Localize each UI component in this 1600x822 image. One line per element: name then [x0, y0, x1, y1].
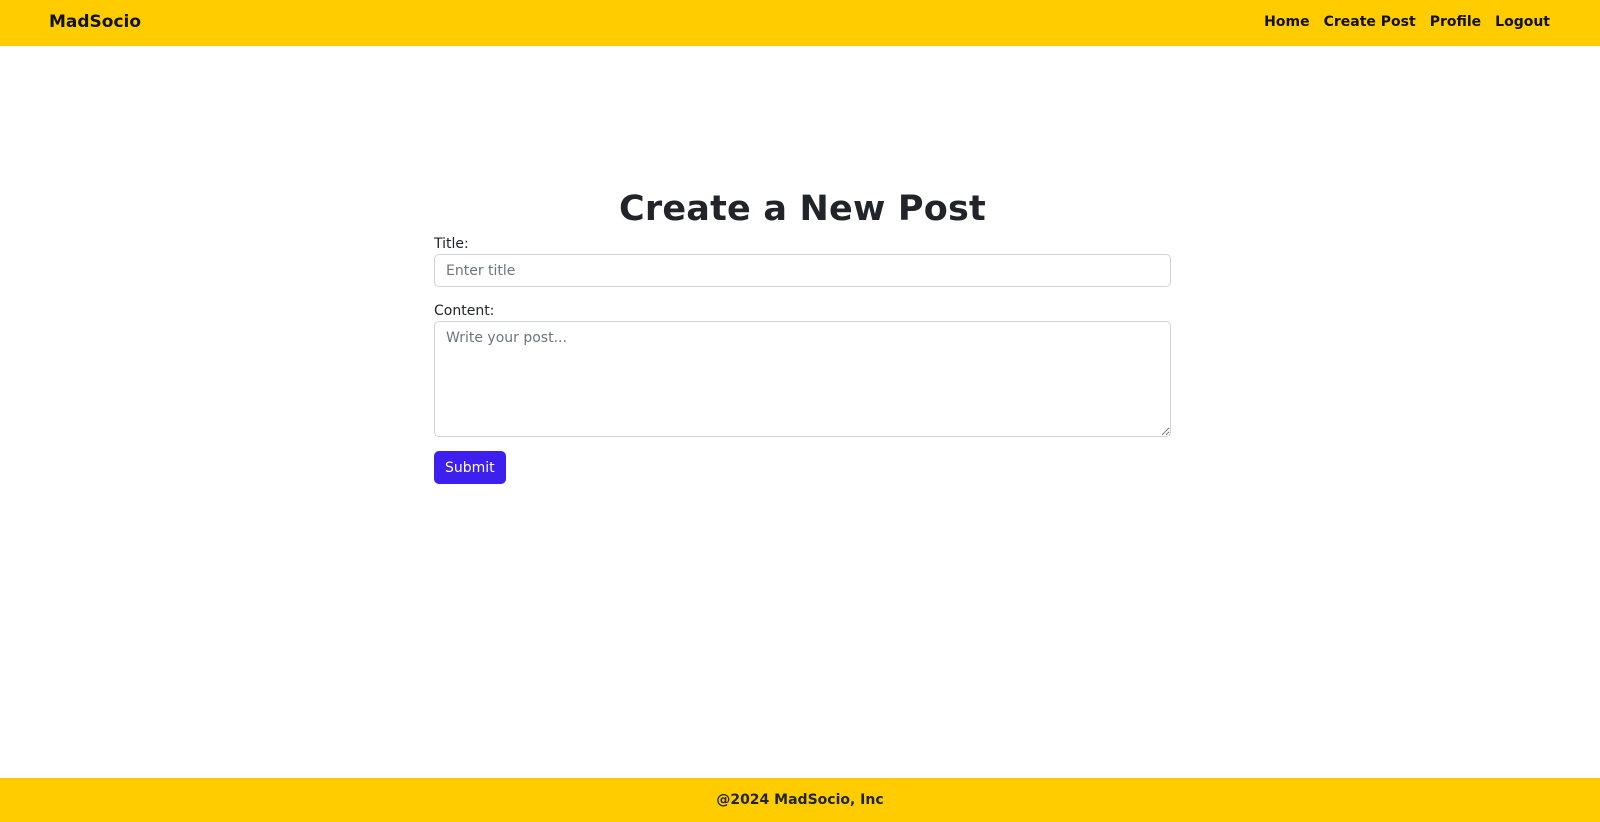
create-post-form: Title: Content: Submit: [434, 235, 1171, 484]
nav-link-profile[interactable]: Profile: [1430, 12, 1481, 32]
nav-link-home[interactable]: Home: [1264, 12, 1309, 32]
content-label: Content:: [434, 303, 495, 319]
footer: @2024 MadSocio, Inc: [0, 778, 1600, 822]
nav-links: Home Create Post Profile Logout: [1264, 12, 1550, 32]
title-label: Title:: [434, 236, 469, 252]
footer-copyright: @2024 MadSocio, Inc: [716, 792, 884, 808]
nav-link-logout[interactable]: Logout: [1495, 12, 1550, 32]
nav-link-create-post[interactable]: Create Post: [1324, 12, 1416, 32]
page-title: Create a New Post: [619, 189, 986, 229]
title-input[interactable]: [434, 254, 1171, 287]
content-textarea[interactable]: [434, 321, 1171, 437]
submit-button[interactable]: Submit: [434, 451, 506, 484]
brand-logo-link[interactable]: MadSocio: [49, 11, 141, 33]
create-post-section: Create a New Post Title: Content: Submit: [434, 186, 1171, 484]
top-navbar: MadSocio Home Create Post Profile Logout: [0, 0, 1600, 46]
